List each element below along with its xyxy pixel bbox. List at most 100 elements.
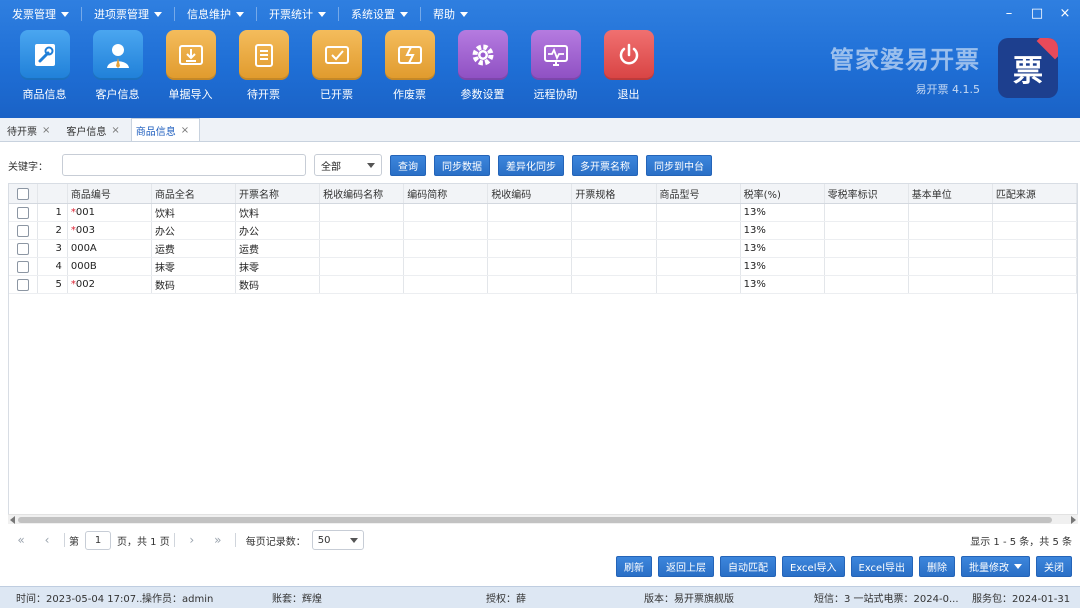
cell-empty [993,204,1077,221]
status-service: 服务包：2024-01-31 [972,594,1071,605]
top-banner: 发票管理 进项票管理 信息维护 开票统计 系统设置 帮助 – □ × 商品信息 … [0,0,1080,118]
product-table: 商品编号 商品全名 开票名称 税收编码名称 编码简称 税收编码 开票规格 商品型… [8,183,1078,523]
tool-void-invoice[interactable]: 作废票 [373,30,446,102]
product-code: 003 [75,225,95,236]
refresh-button[interactable]: 刷新 [616,556,652,577]
column-header[interactable]: 税收编码名称 [320,184,405,203]
cell-product-code: * 003 [68,222,152,239]
cell-tax-rate: 13% [741,204,825,221]
row-number: 2 [38,222,68,239]
menu-help[interactable]: 帮助 [421,0,480,28]
cell-empty [488,258,573,275]
excel-import-button[interactable]: Excel导入 [782,556,845,577]
column-header[interactable]: 开票名称 [236,184,321,203]
menu-system-settings[interactable]: 系统设置 [339,0,420,28]
next-page-icon[interactable]: › [179,533,205,547]
first-page-icon[interactable]: « [8,533,34,547]
tool-customer-info[interactable]: 客户信息 [81,30,154,102]
horizontal-scrollbar[interactable] [8,514,1078,524]
row-checkbox[interactable] [17,224,30,237]
column-header[interactable]: 基本单位 [909,184,993,203]
tool-pending-invoice[interactable]: 待开票 [227,30,300,102]
tool-exit[interactable]: 退出 [592,30,665,102]
column-header[interactable]: 税收编码 [488,184,573,203]
batch-edit-label: 批量修改 [969,563,1009,574]
column-header[interactable]: 商品编号 [68,184,152,203]
auto-match-button[interactable]: 自动匹配 [720,556,776,577]
cell-empty [320,222,405,239]
back-button[interactable]: 返回上层 [658,556,714,577]
page-prefix: 第 [69,536,79,548]
menu-info-maintenance[interactable]: 信息维护 [175,0,256,28]
table-row[interactable]: 2 * 003 办公 办公 13% [9,222,1077,240]
row-checkbox[interactable] [17,260,30,273]
cell-empty [909,222,993,239]
close-icon[interactable]: × [111,125,119,136]
minimize-icon[interactable]: – [1002,6,1016,22]
tool-issued-invoice[interactable]: 已开票 [300,30,373,102]
close-button[interactable]: 关闭 [1036,556,1072,577]
column-header[interactable]: 商品型号 [657,184,741,203]
row-number: 1 [38,204,68,221]
tab-pending-invoice[interactable]: 待开票 × [2,119,61,141]
scroll-left-icon[interactable] [10,516,15,524]
page-size-label: 每页记录数： [245,536,306,548]
cell-empty [657,276,741,293]
tool-document-import[interactable]: 单据导入 [154,30,227,102]
last-page-icon[interactable]: » [205,533,231,547]
column-header[interactable]: 编码简称 [404,184,489,203]
column-header[interactable]: 商品全名 [152,184,237,203]
tool-remote-assist[interactable]: 远程协助 [519,30,592,102]
cell-empty [909,276,993,293]
scroll-right-icon[interactable] [1071,516,1076,524]
excel-export-button[interactable]: Excel导出 [850,556,913,577]
tab-product-info[interactable]: 商品信息 × [130,118,201,141]
batch-edit-button[interactable]: 批量修改 [961,556,1030,577]
scrollbar-thumb[interactable] [18,517,1052,523]
table-row[interactable]: 4 000B 抹零 抹零 13% [9,258,1077,276]
close-icon[interactable]: × [42,125,50,136]
cell-empty [993,258,1077,275]
delete-button[interactable]: 删除 [919,556,955,577]
row-checkbox[interactable] [17,242,30,255]
brand-text: 管家婆易开票 易开票 4.1.5 [830,40,980,97]
tool-parameter-settings[interactable]: 参数设置 [446,30,519,102]
menu-input-invoice[interactable]: 进项票管理 [82,0,174,28]
close-icon[interactable]: × [181,125,189,136]
table-row[interactable]: 1 * 001 饮料 饮料 13% [9,204,1077,222]
maximize-icon[interactable]: □ [1030,6,1044,22]
keyword-input[interactable] [62,154,306,176]
tab-customer-info[interactable]: 客户信息 × [61,119,130,141]
page-size-select[interactable]: 50 [311,530,364,550]
cell-tax-rate: 13% [741,222,825,239]
sync-data-button[interactable]: 同步数据 [434,154,490,176]
cell-empty [320,258,405,275]
diff-sync-button[interactable]: 差异化同步 [498,154,564,176]
brand-version: 易开票 4.1.5 [915,82,981,96]
column-header[interactable]: 匹配来源 [993,184,1077,203]
table-row[interactable]: 3 000A 运费 运费 13% [9,240,1077,258]
import-icon [165,30,216,80]
multi-invoice-name-button[interactable]: 多开票名称 [572,154,638,176]
record-count-info: 显示 1 - 5 条，共 5 条 [970,536,1072,548]
tool-product-info[interactable]: 商品信息 [8,30,81,102]
sync-to-platform-button[interactable]: 同步到中台 [646,154,712,176]
prev-page-icon[interactable]: ‹ [34,533,60,547]
close-icon[interactable]: × [1058,6,1072,22]
product-code: 001 [75,207,95,218]
menu-invoice-management[interactable]: 发票管理 [0,0,81,28]
column-header[interactable]: 开票规格 [572,184,657,203]
row-checkbox-cell [9,276,39,293]
scope-select[interactable]: 全部 [314,154,382,176]
menu-invoice-statistics[interactable]: 开票统计 [257,0,338,28]
query-button[interactable]: 查询 [390,154,426,176]
column-header[interactable]: 零税率标识 [825,184,909,203]
column-header[interactable]: 税率(%) [741,184,825,203]
row-checkbox[interactable] [17,206,30,219]
tool-label: 商品信息 [22,88,67,101]
page-input[interactable]: 1 [85,530,111,550]
table-row[interactable]: 5 * 002 数码 数码 13% [9,276,1077,294]
cell-empty [320,240,405,257]
row-checkbox[interactable] [17,278,30,291]
select-all-checkbox[interactable] [17,187,30,200]
